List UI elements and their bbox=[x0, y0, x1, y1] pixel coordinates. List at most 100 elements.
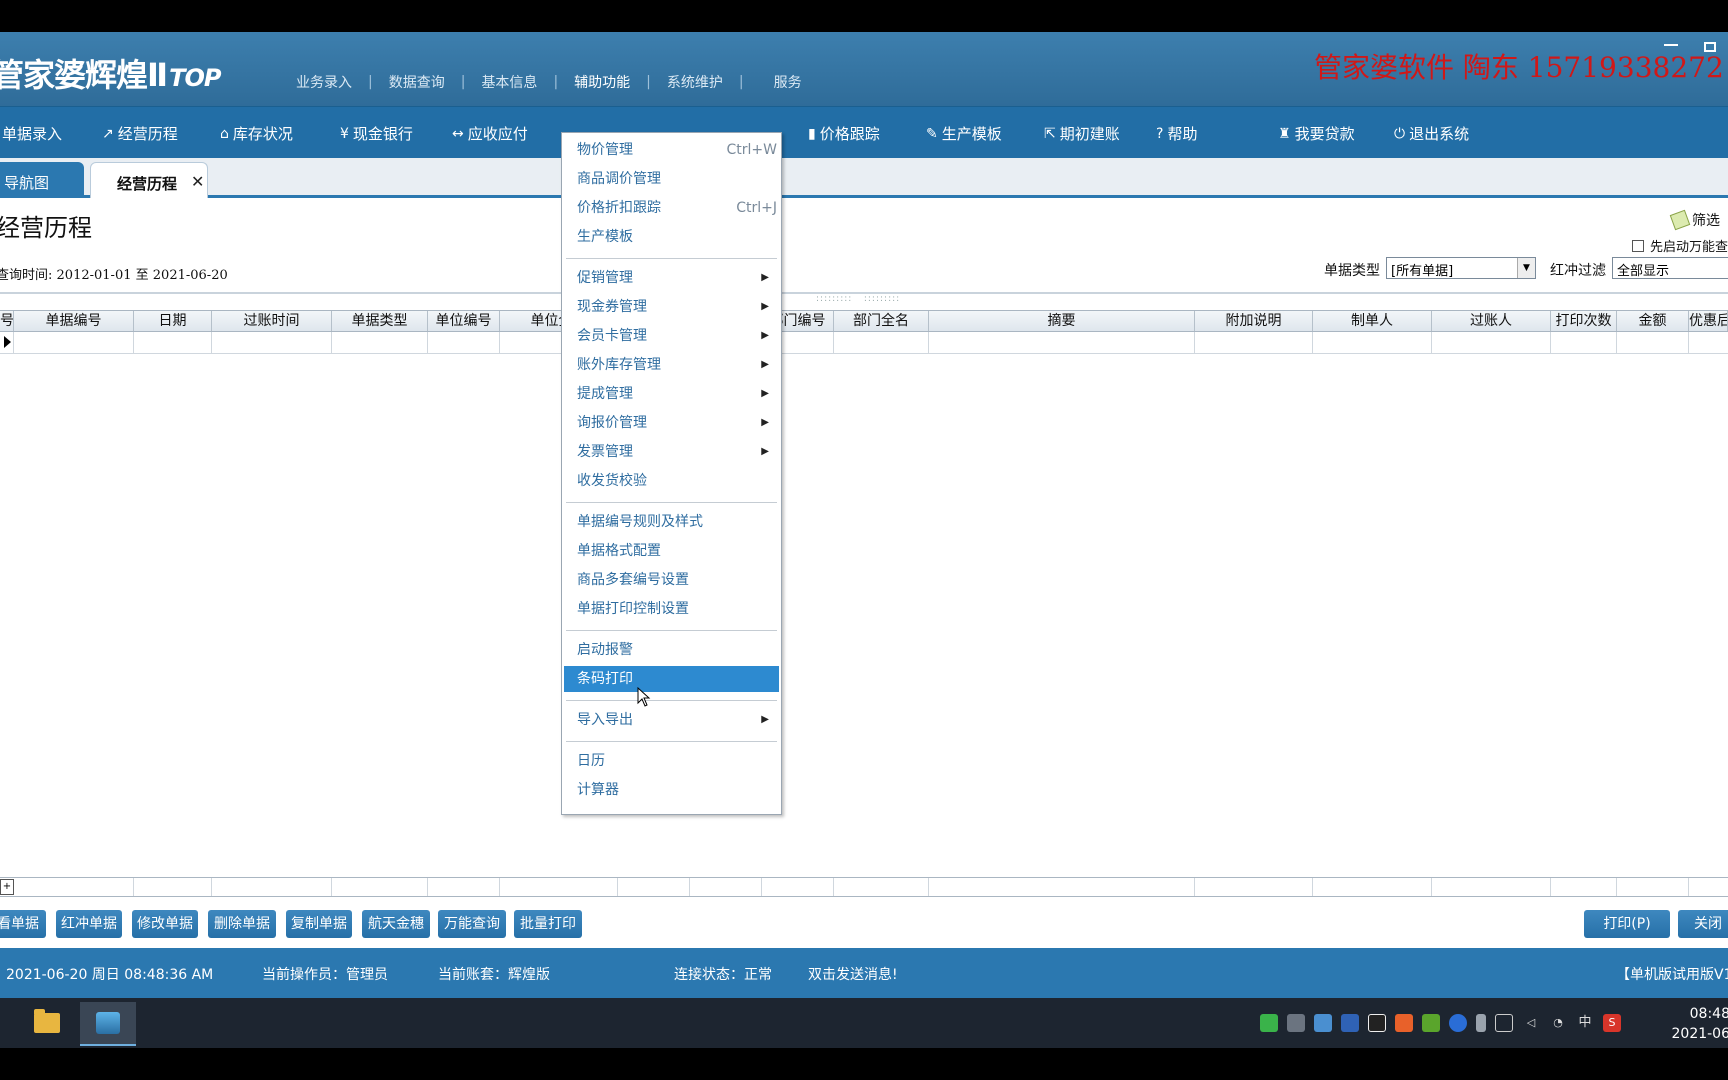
table-cell[interactable] bbox=[332, 332, 428, 353]
close-button[interactable]: 关闭 bbox=[1678, 910, 1728, 938]
column-header[interactable]: 单位编号 bbox=[428, 311, 500, 331]
toolbar-inventory[interactable]: ⌂ 库存状况 bbox=[220, 123, 293, 144]
universal-query-button[interactable]: 万能查询 bbox=[438, 910, 506, 938]
auto-query-checkbox[interactable]: 先启动万能查 bbox=[1632, 236, 1728, 255]
toolbar-receivable[interactable]: ↔ 应收应付 bbox=[452, 123, 528, 144]
table-cell[interactable] bbox=[14, 332, 134, 353]
column-header[interactable]: 号 bbox=[0, 311, 14, 331]
menu-item-invoice[interactable]: 发票管理 ▶ bbox=[564, 439, 779, 465]
bluetooth-icon[interactable] bbox=[1449, 1014, 1467, 1032]
menu-data-query[interactable]: 数据查询 bbox=[373, 72, 461, 92]
battery-icon[interactable] bbox=[1495, 1014, 1513, 1032]
menu-service[interactable]: 服务 bbox=[744, 72, 818, 92]
menu-business-entry[interactable]: 业务录入 bbox=[280, 72, 368, 92]
toolbar-doc-entry[interactable]: 单据录入 bbox=[2, 123, 62, 144]
table-cell[interactable] bbox=[0, 332, 14, 353]
menu-item-promotion[interactable]: 促销管理 ▶ bbox=[564, 265, 779, 291]
toolbar-help[interactable]: ? 帮助 bbox=[1156, 123, 1197, 144]
print-button[interactable]: 打印(P) bbox=[1584, 910, 1670, 938]
menu-item-price-management[interactable]: 物价管理 Ctrl+W bbox=[564, 137, 779, 163]
table-row[interactable] bbox=[0, 332, 1728, 354]
maximize-icon[interactable] bbox=[1704, 42, 1716, 52]
chevron-down-icon[interactable]: ▼ bbox=[1517, 258, 1535, 278]
column-header[interactable]: 摘要 bbox=[929, 311, 1195, 331]
menu-item-discount-tracking[interactable]: 价格折扣跟踪 Ctrl+J bbox=[564, 195, 779, 221]
table-cell[interactable] bbox=[212, 332, 332, 353]
filter-button[interactable]: 筛选 bbox=[1669, 209, 1720, 231]
menu-item-barcode-print[interactable]: 条码打印 bbox=[564, 666, 779, 692]
wechat-icon[interactable] bbox=[1260, 1014, 1278, 1032]
view-doc-button[interactable]: 查看单据 bbox=[0, 910, 46, 938]
column-header[interactable]: 优惠后 bbox=[1689, 311, 1728, 331]
column-header[interactable]: 过账人 bbox=[1432, 311, 1551, 331]
toolbar-opening-account[interactable]: ⇱ 期初建账 bbox=[1044, 123, 1120, 144]
app-tray-icon[interactable] bbox=[1395, 1014, 1413, 1032]
table-cell[interactable] bbox=[1195, 332, 1313, 353]
taskbar-app-button[interactable] bbox=[80, 1002, 136, 1046]
menu-item-member-card[interactable]: 会员卡管理 ▶ bbox=[564, 323, 779, 349]
column-header[interactable]: 单据类型 bbox=[332, 311, 428, 331]
tab-business-history[interactable]: 经营历程 ✕ bbox=[90, 162, 208, 198]
menu-item-quotation[interactable]: 询报价管理 ▶ bbox=[564, 410, 779, 436]
app-tray-icon[interactable] bbox=[1314, 1014, 1332, 1032]
status-message[interactable]: 双击发送消息! bbox=[808, 964, 898, 984]
ime-icon[interactable]: 中 bbox=[1576, 1014, 1594, 1032]
column-header[interactable]: 金额 bbox=[1617, 311, 1689, 331]
minimize-icon[interactable] bbox=[1664, 38, 1678, 46]
toolbar-cash-bank[interactable]: ¥ 现金银行 bbox=[340, 123, 413, 144]
column-header[interactable]: 制单人 bbox=[1313, 311, 1432, 331]
app-tray-icon[interactable] bbox=[1341, 1014, 1359, 1032]
table-cell[interactable] bbox=[1313, 332, 1432, 353]
batch-print-button[interactable]: 批量打印 bbox=[514, 910, 582, 938]
red-filter-select[interactable]: 全部显示 bbox=[1612, 257, 1728, 279]
menu-item-shipping-check[interactable]: 收发货校验 bbox=[564, 468, 779, 494]
wifi-icon[interactable]: ◔ bbox=[1549, 1014, 1567, 1032]
menu-item-coupon[interactable]: 现金券管理 ▶ bbox=[564, 294, 779, 320]
aisino-button[interactable]: 航天金穗 bbox=[362, 910, 430, 938]
column-header[interactable]: 部门全名 bbox=[834, 311, 929, 331]
table-cell[interactable] bbox=[428, 332, 500, 353]
table-cell[interactable] bbox=[1617, 332, 1689, 353]
menu-item-commission[interactable]: 提成管理 ▶ bbox=[564, 381, 779, 407]
copy-doc-button[interactable]: 复制单据 bbox=[286, 910, 352, 938]
column-header[interactable]: 附加说明 bbox=[1195, 311, 1313, 331]
toolbar-price-tracking[interactable]: ▮ 价格跟踪 bbox=[808, 123, 880, 144]
menu-item-import-export[interactable]: 导入导出 ▶ bbox=[564, 707, 779, 733]
table-cell[interactable] bbox=[1432, 332, 1551, 353]
toolbar-business-history[interactable]: ↗ 经营历程 bbox=[102, 123, 178, 144]
table-cell[interactable] bbox=[1551, 332, 1617, 353]
menu-item-offbook-inventory[interactable]: 账外库存管理 ▶ bbox=[564, 352, 779, 378]
menu-item-doc-number-rules[interactable]: 单据编号规则及样式 bbox=[564, 509, 779, 535]
table-cell[interactable] bbox=[929, 332, 1195, 353]
toolbar-exit[interactable]: ⏻ 退出系统 bbox=[1394, 123, 1469, 144]
menu-item-alarm[interactable]: 启动报警 bbox=[564, 637, 779, 663]
menu-item-calculator[interactable]: 计算器 bbox=[564, 777, 779, 803]
splitter-handle[interactable]: ::::::::: ::::::::: bbox=[816, 294, 900, 304]
red-reverse-button[interactable]: 红冲单据 bbox=[56, 910, 122, 938]
qq-icon[interactable] bbox=[1368, 1014, 1386, 1032]
edit-doc-button[interactable]: 修改单据 bbox=[132, 910, 198, 938]
plus-icon[interactable]: + bbox=[0, 879, 14, 895]
folder-icon[interactable] bbox=[34, 1009, 60, 1033]
column-header[interactable]: 日期 bbox=[134, 311, 212, 331]
toolbar-production-template[interactable]: ✎ 生产模板 bbox=[926, 123, 1002, 144]
table-cell[interactable] bbox=[834, 332, 929, 353]
close-icon[interactable]: ✕ bbox=[191, 172, 204, 191]
system-clock[interactable]: 08:48 2021-06 bbox=[1660, 1004, 1728, 1044]
menu-basic-info[interactable]: 基本信息 bbox=[465, 72, 553, 92]
menu-item-product-codes[interactable]: 商品多套编号设置 bbox=[564, 567, 779, 593]
toolbar-loan[interactable]: ♜ 我要贷款 bbox=[1278, 123, 1355, 144]
nvidia-icon[interactable] bbox=[1422, 1014, 1440, 1032]
microphone-icon[interactable] bbox=[1476, 1014, 1486, 1032]
table-cell[interactable] bbox=[134, 332, 212, 353]
menu-item-doc-format[interactable]: 单据格式配置 bbox=[564, 538, 779, 564]
menu-item-calendar[interactable]: 日历 bbox=[564, 748, 779, 774]
tab-navigation[interactable]: 导航图 bbox=[0, 162, 84, 198]
volume-icon[interactable]: ◁ bbox=[1522, 1014, 1540, 1032]
menu-item-production-template[interactable]: 生产模板 bbox=[564, 224, 779, 250]
column-header[interactable]: 单据编号 bbox=[14, 311, 134, 331]
menu-item-price-adjust[interactable]: 商品调价管理 bbox=[564, 166, 779, 192]
menu-item-print-control[interactable]: 单据打印控制设置 bbox=[564, 596, 779, 622]
checkbox[interactable] bbox=[1632, 239, 1644, 252]
sogou-icon[interactable]: S bbox=[1603, 1014, 1621, 1032]
